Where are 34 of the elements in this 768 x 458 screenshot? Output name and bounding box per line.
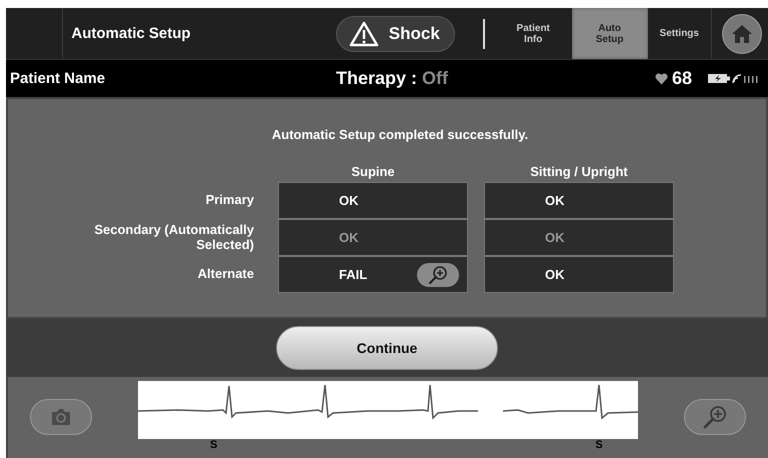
heart-rate: 68	[672, 68, 692, 89]
shock-button[interactable]: Shock	[336, 16, 455, 52]
column-header: Supine	[350, 164, 396, 181]
beat-marker: S	[595, 439, 603, 451]
result-cell: OK	[278, 182, 468, 219]
row-label: Alternate	[196, 265, 255, 284]
result-cell: OK	[278, 219, 468, 256]
continue-button[interactable]: Continue	[276, 326, 498, 370]
status-message: Automatic Setup completed successfully.	[272, 127, 528, 142]
camera-icon	[50, 408, 72, 426]
row-label: Primary	[204, 191, 255, 210]
home-icon	[731, 24, 753, 44]
result-cell: OK	[484, 182, 674, 219]
column-header: Sitting / Upright	[529, 164, 629, 181]
zoom-button[interactable]	[684, 399, 746, 435]
beat-marker: S	[210, 439, 218, 451]
warning-icon	[348, 20, 379, 46]
battery-icon	[708, 74, 730, 83]
zoom-in-icon	[702, 405, 728, 429]
result-cell: OK	[484, 219, 674, 256]
heart-icon	[654, 72, 668, 84]
nav-tab[interactable]: Patient Info	[494, 8, 572, 59]
nav-tab[interactable]: Auto Setup	[572, 8, 648, 59]
nav-tab[interactable]: Settings	[648, 8, 711, 59]
camera-button[interactable]	[30, 399, 92, 435]
patient-name: Patient Name	[10, 70, 106, 87]
result-cell: OK	[484, 256, 674, 293]
row-label: Secondary (Automatically Selected)	[93, 220, 255, 254]
result-cell: FAIL	[278, 256, 468, 293]
therapy-status: Therapy : Off	[336, 68, 448, 89]
zoom-button[interactable]	[417, 263, 459, 287]
screen-title: Automatic Setup	[70, 25, 192, 42]
home-button[interactable]	[722, 14, 762, 54]
zoom-in-icon	[428, 265, 448, 285]
